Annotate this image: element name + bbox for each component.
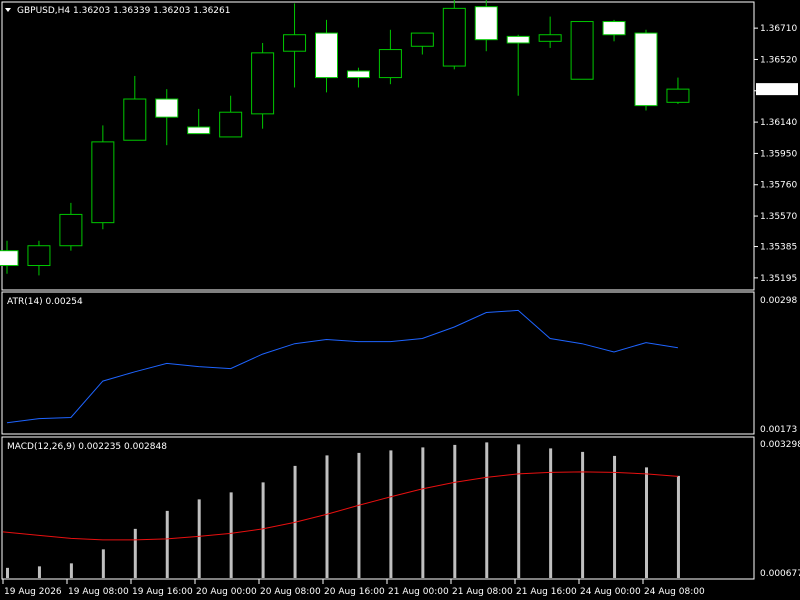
candle[interactable]	[0, 250, 19, 267]
price-tick-label: 1.35570	[760, 212, 797, 222]
candle[interactable]	[187, 126, 211, 135]
candle[interactable]	[378, 49, 402, 79]
macd-hist-bar	[421, 447, 425, 578]
macd-hist-bar	[613, 455, 617, 578]
macd-hist-bar	[6, 567, 9, 578]
macd-hist-bar	[485, 442, 489, 578]
macd-hist-bar	[517, 444, 521, 578]
candle[interactable]	[602, 21, 626, 36]
price-tick-label: 1.36140	[760, 118, 797, 128]
atr-line	[6, 309, 678, 424]
time-axis-label: 24 Aug 00:00	[580, 587, 641, 597]
time-axis-label: 21 Aug 00:00	[388, 587, 449, 597]
time-axis-label: 21 Aug 08:00	[452, 587, 513, 597]
time-axis-label: 21 Aug 16:00	[516, 587, 577, 597]
macd-hist-bar	[645, 467, 648, 578]
candle[interactable]	[442, 7, 466, 67]
macd-hist-bar	[197, 499, 201, 578]
time-axis-label: 24 Aug 08:00	[644, 587, 705, 597]
candle[interactable]	[283, 34, 307, 52]
price-tick-label: 1.35760	[760, 181, 797, 191]
macd-hist-bar	[133, 528, 137, 578]
time-axis-label: 19 Aug 08:00	[68, 587, 129, 597]
candle[interactable]	[123, 98, 147, 141]
candle[interactable]	[410, 32, 434, 47]
candle[interactable]	[538, 34, 562, 42]
macd-tick-label: 0.003298	[760, 440, 800, 450]
macd-hist-bar	[101, 549, 105, 578]
price-tick-label: 1.36710	[760, 24, 797, 34]
macd-tick-label: 0.000677	[760, 569, 800, 579]
macd-hist-bar	[357, 452, 361, 578]
candle[interactable]	[634, 32, 658, 107]
trading-chart[interactable]: 1.35195 1.35385 1.35570 1.35760 1.35950 1.361…	[0, 0, 800, 600]
candle[interactable]	[91, 141, 115, 224]
candle[interactable]	[315, 32, 338, 79]
candle[interactable]	[251, 52, 275, 115]
price-tick-label: 1.36520	[760, 55, 797, 65]
time-axis-label: 20 Aug 08:00	[260, 587, 321, 597]
time-axis-label: 20 Aug 00:00	[196, 587, 257, 597]
price-tick-label: 1.35950	[760, 149, 797, 159]
candle[interactable]	[59, 213, 83, 247]
macd-hist-bar	[453, 444, 457, 578]
macd-hist-bar	[165, 510, 169, 578]
price-tick-label: 1.35195	[760, 274, 797, 284]
macd-hist-bar	[325, 455, 329, 578]
macd-hist-bar	[229, 492, 233, 578]
macd-hist-bar	[389, 450, 393, 578]
atr-tick-label: 0.00173	[760, 425, 797, 435]
candle[interactable]	[27, 245, 51, 267]
atr-panel[interactable]	[1, 291, 755, 435]
macd-title: MACD(12,26,9) 0.002235 0.002848	[7, 442, 167, 452]
current-price-label: 1.36261	[758, 85, 795, 95]
candle[interactable]	[666, 88, 690, 103]
candle[interactable]	[346, 70, 370, 79]
candle[interactable]	[506, 35, 530, 44]
macd-hist-bar	[549, 448, 553, 578]
macd-hist-bar	[69, 563, 73, 578]
macd-hist-bar	[261, 482, 265, 578]
time-axis-label: 19 Aug 2026	[4, 587, 62, 597]
candle[interactable]	[474, 6, 498, 41]
macd-hist-bar	[676, 475, 680, 578]
macd-signal-line	[2, 471, 678, 541]
candle[interactable]	[219, 111, 243, 138]
atr-title: ATR(14) 0.00254	[7, 297, 83, 307]
candle[interactable]	[155, 98, 179, 118]
symbol-header: GBPUSD,H4 1.36203 1.36339 1.36203 1.3626…	[17, 6, 230, 16]
time-axis-label: 20 Aug 16:00	[324, 587, 385, 597]
candle[interactable]	[570, 21, 594, 80]
price-tick-label: 1.35385	[760, 243, 797, 253]
dropdown-triangle-icon[interactable]	[5, 8, 11, 12]
macd-hist-bar	[37, 566, 41, 578]
time-axis-label: 19 Aug 16:00	[132, 587, 193, 597]
atr-tick-label: 0.00298	[760, 296, 797, 306]
macd-hist-bar	[581, 451, 585, 578]
macd-panel[interactable]	[1, 436, 755, 580]
